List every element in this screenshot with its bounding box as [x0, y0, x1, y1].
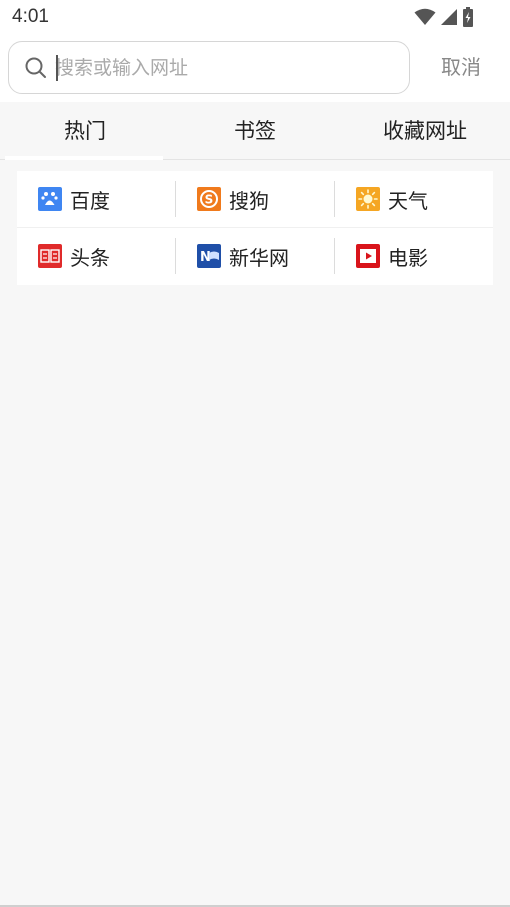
quick-link-label: 百度: [70, 188, 110, 213]
search-input[interactable]: [55, 52, 395, 84]
text-caret: [56, 55, 58, 81]
quick-links-grid: 百度 S 搜狗 天气 头条 N 新华网 电影: [17, 171, 493, 285]
tab-bookmarks[interactable]: 书签: [170, 102, 340, 160]
sogou-icon: S: [197, 187, 221, 211]
tab-favorite-sites[interactable]: 收藏网址: [340, 102, 510, 160]
column-divider: [175, 238, 176, 274]
search-box[interactable]: [8, 41, 410, 94]
quick-link-weather[interactable]: 天气: [356, 171, 428, 227]
quick-link-label: 头条: [70, 245, 110, 270]
search-header: 取消: [0, 34, 510, 102]
battery-icon: [462, 7, 474, 27]
quick-link-label: 搜狗: [229, 188, 269, 213]
quick-link-xinhua[interactable]: N 新华网: [197, 228, 289, 284]
baidu-icon: [38, 187, 62, 211]
status-bar: 4:01: [0, 0, 510, 34]
column-divider: [175, 181, 176, 217]
status-icons: [414, 7, 474, 27]
quick-link-baidu[interactable]: 百度: [38, 171, 110, 227]
quick-link-movie[interactable]: 电影: [356, 228, 428, 284]
quick-link-label: 天气: [388, 188, 428, 213]
column-divider: [334, 181, 335, 217]
wifi-icon: [414, 8, 436, 26]
active-tab-indicator: [5, 156, 163, 160]
quick-link-toutiao[interactable]: 头条: [38, 228, 110, 284]
column-divider: [334, 238, 335, 274]
quick-link-label: 电影: [388, 245, 428, 270]
cancel-button[interactable]: 取消: [426, 50, 496, 84]
status-time: 4:01: [12, 6, 49, 27]
quick-link-label: 新华网: [229, 245, 289, 270]
search-icon: [25, 57, 47, 83]
tab-bar: 热门 书签 收藏网址: [0, 102, 510, 160]
movie-icon: [356, 244, 380, 268]
weather-icon: [356, 187, 380, 211]
toutiao-icon: [38, 244, 62, 268]
tab-hot[interactable]: 热门: [0, 102, 170, 160]
xinhua-icon: N: [197, 244, 221, 268]
quick-link-sogou[interactable]: S 搜狗: [197, 171, 269, 227]
svg-text:S: S: [205, 193, 214, 207]
signal-icon: [440, 8, 458, 26]
